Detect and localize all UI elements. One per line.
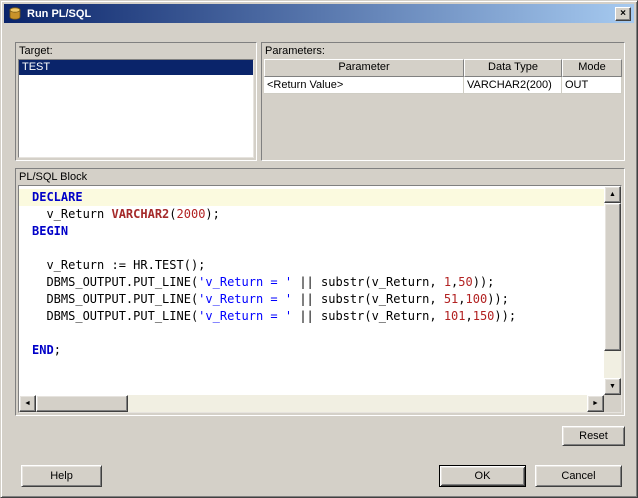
scroll-down-icon: ▼ [609, 383, 616, 390]
parameters-label: Parameters: [265, 45, 325, 57]
scroll-up-icon: ▲ [609, 191, 616, 198]
column-header[interactable]: Mode [562, 59, 622, 77]
code-token: v_Return := HR.TEST(); [32, 258, 206, 272]
code-line: DBMS_OUTPUT.PUT_LINE('v_Return = ' || su… [32, 274, 604, 291]
scroll-right-icon: ► [592, 400, 599, 407]
code-token: 'v_Return = ' [198, 309, 293, 323]
code-token: 'v_Return = ' [198, 292, 293, 306]
code-token: ; [53, 343, 61, 357]
target-label: Target: [19, 45, 53, 57]
code-token: VARCHAR2 [111, 207, 170, 221]
code-token: 50 [458, 275, 473, 289]
vertical-scrollbar[interactable]: ▲ ▼ [604, 186, 621, 395]
parameter-cell: VARCHAR2(200) [464, 77, 562, 94]
code-token: || substr(v_Return, [292, 292, 444, 306]
code-area[interactable]: DECLARE v_Return VARCHAR2(2000); BEGIN v_… [19, 186, 604, 395]
code-token: BEGIN [32, 224, 69, 238]
plsql-block-group: PL/SQL Block DECLARE v_Return VARCHAR2(2… [15, 168, 625, 416]
code-line: END; [32, 342, 604, 359]
code-token: 1 [443, 275, 452, 289]
code-line: v_Return := HR.TEST(); [32, 257, 604, 274]
code-token: DECLARE [32, 190, 83, 204]
parameters-body: <Return Value> VARCHAR2(200) OUT [264, 77, 622, 94]
code-line: DECLARE [19, 189, 604, 206]
scroll-left-button[interactable]: ◄ [19, 395, 36, 412]
code-token: 2000 [176, 207, 206, 221]
code-token: v_Return [32, 207, 112, 221]
code-token: 150 [472, 309, 495, 323]
plsql-code-editor[interactable]: DECLARE v_Return VARCHAR2(2000); BEGIN v_… [18, 185, 622, 413]
parameters-header-row: Parameter Data Type Mode [264, 59, 622, 77]
code-token: 101 [443, 309, 466, 323]
code-line: DBMS_OUTPUT.PUT_LINE('v_Return = ' || su… [32, 308, 604, 325]
target-list-item[interactable]: TEST [19, 60, 253, 75]
column-header[interactable]: Parameter [264, 59, 464, 77]
target-group: Target: TEST [15, 42, 257, 161]
code-token: 100 [465, 292, 488, 306]
parameter-cell: OUT [562, 77, 622, 94]
scroll-up-button[interactable]: ▲ [604, 186, 621, 203]
code-token: ( [169, 207, 177, 221]
horizontal-scrollbar-thumb[interactable] [36, 395, 128, 412]
scrollbar-corner [604, 395, 621, 412]
plsql-block-label: PL/SQL Block [19, 171, 88, 183]
code-token: || substr(v_Return, [292, 275, 444, 289]
code-token: || substr(v_Return, [292, 309, 444, 323]
scroll-down-button[interactable]: ▼ [604, 378, 621, 395]
code-token: DBMS_OUTPUT.PUT_LINE( [32, 292, 199, 306]
parameters-table: Parameter Data Type Mode <Return Value> VAR… [264, 59, 622, 158]
run-plsql-dialog: Run PL/SQL × Target: TEST Parameters: Pa… [0, 0, 638, 498]
vertical-scrollbar-thumb[interactable] [604, 203, 621, 351]
code-token: )); [494, 309, 517, 323]
code-token: )); [487, 292, 509, 306]
code-token: )); [472, 275, 495, 289]
parameter-row[interactable]: <Return Value> VARCHAR2(200) OUT [264, 77, 622, 94]
close-button[interactable]: × [615, 6, 631, 21]
app-icon [7, 6, 23, 22]
parameters-group: Parameters: Parameter Data Type Mode <Retu… [261, 42, 625, 161]
ok-button[interactable]: OK [439, 465, 526, 487]
horizontal-scrollbar[interactable]: ◄ ► [19, 395, 604, 412]
help-button[interactable]: Help [21, 465, 102, 487]
parameter-cell: <Return Value> [264, 77, 464, 94]
window-title: Run PL/SQL [27, 7, 92, 20]
reset-button[interactable]: Reset [562, 426, 625, 446]
scroll-right-button[interactable]: ► [587, 395, 604, 412]
code-token: 51 [443, 292, 459, 306]
code-token: , [458, 292, 466, 306]
code-token: END [32, 343, 54, 357]
scroll-left-icon: ◄ [24, 400, 31, 407]
code-line: DBMS_OUTPUT.PUT_LINE('v_Return = ' || su… [32, 291, 604, 308]
code-token: , [465, 309, 473, 323]
code-token: DBMS_OUTPUT.PUT_LINE( [32, 275, 199, 289]
code-line: v_Return VARCHAR2(2000); [32, 206, 604, 223]
code-token: 'v_Return = ' [198, 275, 293, 289]
close-icon: × [620, 8, 626, 19]
target-list[interactable]: TEST [18, 59, 254, 158]
code-token: DBMS_OUTPUT.PUT_LINE( [32, 309, 199, 323]
code-line: BEGIN [32, 223, 604, 240]
titlebar[interactable]: Run PL/SQL × [4, 4, 634, 23]
code-token: ); [205, 207, 220, 221]
cancel-button[interactable]: Cancel [535, 465, 622, 487]
column-header[interactable]: Data Type [464, 59, 562, 77]
